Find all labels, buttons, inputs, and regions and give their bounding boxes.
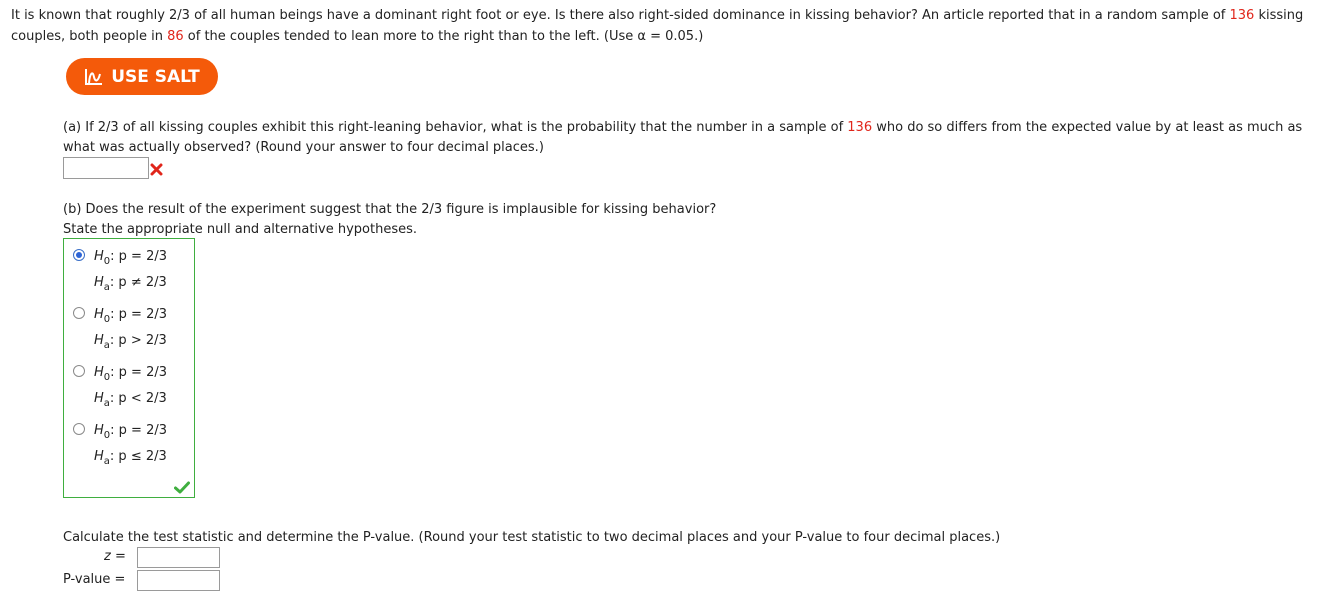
hypothesis-option-4[interactable]: H0: p = 2/3 Ha: p ≤ 2/3 bbox=[64, 413, 194, 467]
null-hypothesis: H0: p = 2/3 bbox=[94, 365, 167, 383]
part-b-question: (b) Does the result of the experiment su… bbox=[63, 202, 717, 217]
radio-button-selected[interactable] bbox=[73, 249, 85, 261]
part-a-sample-size: 136 bbox=[847, 120, 873, 135]
calc-instruction: Calculate the test statistic and determi… bbox=[63, 530, 1001, 545]
radio-button[interactable] bbox=[73, 365, 85, 377]
part-b-instruction: State the appropriate null and alternati… bbox=[63, 222, 417, 237]
intro-text-1: It is known that roughly 2/3 of all huma… bbox=[11, 8, 1230, 23]
alternative-hypothesis: Ha: p ≠ 2/3 bbox=[94, 275, 167, 293]
p-value-input[interactable] bbox=[137, 570, 220, 591]
radio-button[interactable] bbox=[73, 423, 85, 435]
alternative-hypothesis: Ha: p ≤ 2/3 bbox=[94, 449, 167, 467]
sample-size-highlight: 136 bbox=[1229, 8, 1255, 23]
radio-button[interactable] bbox=[73, 307, 85, 319]
hypotheses-choice-group: H0: p = 2/3 Ha: p ≠ 2/3 H0: p = 2/3 Ha: … bbox=[63, 238, 195, 498]
part-a-answer-input[interactable] bbox=[63, 157, 149, 179]
count-highlight: 86 bbox=[167, 28, 184, 44]
incorrect-x-icon bbox=[150, 163, 163, 176]
correct-check-icon bbox=[174, 481, 190, 494]
hypothesis-option-2[interactable]: H0: p = 2/3 Ha: p > 2/3 bbox=[64, 297, 194, 351]
use-salt-button[interactable]: USE SALT bbox=[66, 58, 218, 95]
z-label: z = bbox=[104, 549, 126, 564]
part-a-text-1: (a) If 2/3 of all kissing couples exhibi… bbox=[63, 120, 848, 135]
alternative-hypothesis: Ha: p < 2/3 bbox=[94, 391, 167, 409]
problem-statement: It is known that roughly 2/3 of all huma… bbox=[11, 6, 1326, 47]
hypothesis-option-3[interactable]: H0: p = 2/3 Ha: p < 2/3 bbox=[64, 355, 194, 409]
use-salt-label: USE SALT bbox=[111, 66, 200, 87]
hypothesis-option-1[interactable]: H0: p = 2/3 Ha: p ≠ 2/3 bbox=[64, 239, 194, 293]
null-hypothesis: H0: p = 2/3 bbox=[94, 307, 167, 325]
salt-chart-icon bbox=[85, 68, 103, 85]
part-b-question-block: (b) Does the result of the experiment su… bbox=[63, 200, 716, 240]
intro-text-3: of the couples tended to lean more to th… bbox=[183, 28, 704, 44]
part-a-question: (a) If 2/3 of all kissing couples exhibi… bbox=[63, 118, 1325, 158]
p-value-label: P-value = bbox=[63, 572, 126, 587]
alternative-hypothesis: Ha: p > 2/3 bbox=[94, 333, 167, 351]
z-statistic-input[interactable] bbox=[137, 547, 220, 568]
null-hypothesis: H0: p = 2/3 bbox=[94, 249, 167, 267]
null-hypothesis: H0: p = 2/3 bbox=[94, 423, 167, 441]
